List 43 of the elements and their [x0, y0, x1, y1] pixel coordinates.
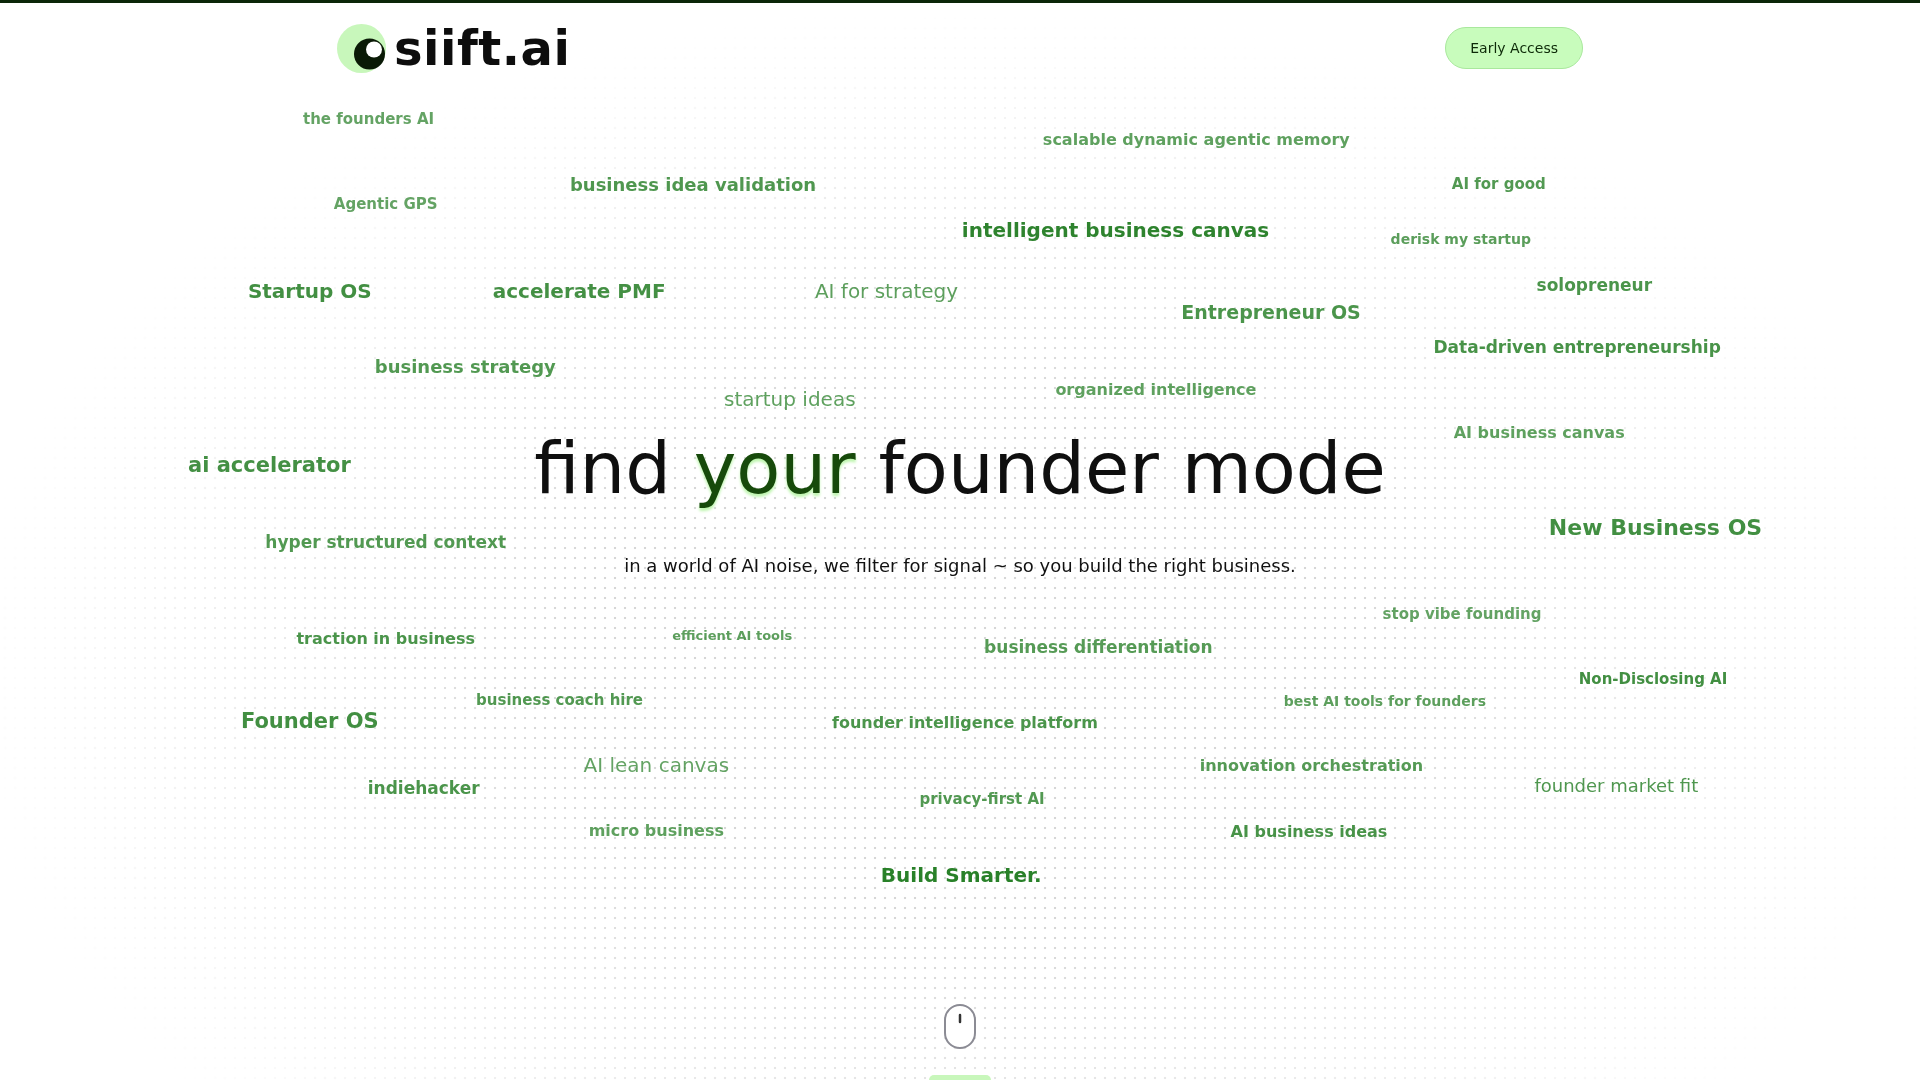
keyword-text: privacy-first AI	[919, 790, 1045, 809]
keyword-text: AI for good	[1451, 174, 1546, 193]
keyword-text: AI business ideas	[1230, 822, 1388, 842]
keyword-text: traction in business	[296, 629, 475, 649]
keyword-text: New Business OS	[1548, 514, 1763, 542]
keyword-text: business idea validation	[569, 174, 817, 196]
keyword-text: solopreneur	[1536, 274, 1653, 296]
brand-name: siift.ai	[394, 24, 571, 72]
keyword-text: Data-driven entrepreneurship	[1433, 337, 1721, 358]
keyword-text: Entrepreneur OS	[1181, 300, 1361, 324]
keyword-text: AI lean canvas	[583, 752, 730, 777]
headline: find your founder mode	[534, 425, 1386, 511]
keyword-text: stop vibe founding	[1382, 604, 1542, 623]
keyword-text: derisk my startup	[1390, 230, 1531, 248]
keyword-text: intelligent business canvas	[961, 218, 1270, 243]
mouse-icon	[944, 1004, 976, 1049]
keyword-text: best AI tools for founders	[1283, 693, 1486, 710]
keyword-text: ai accelerator	[188, 453, 351, 479]
keyword-text: Founder OS	[240, 709, 379, 735]
keyword-text: business strategy	[374, 356, 556, 378]
keyword-text: AI business canvas	[1453, 423, 1625, 443]
keyword-text: AI for strategy	[814, 279, 959, 304]
keyword-text: Non-Disclosing AI	[1578, 670, 1728, 689]
keyword-text: organized intelligence	[1055, 380, 1257, 400]
keyword-text: Agentic GPS	[333, 195, 438, 214]
keyword-text: innovation orchestration	[1199, 756, 1424, 776]
keyword-text: the founders AI	[303, 110, 435, 128]
keyword-text: micro business	[588, 821, 724, 841]
keyword-text: Build Smarter.	[880, 862, 1042, 887]
keyword-text: hyper structured context	[265, 531, 507, 552]
keyword-text: business coach hire	[476, 691, 644, 710]
keyword-text: founder market fit	[1534, 774, 1699, 797]
keyword-text: founder intelligence platform	[832, 713, 1098, 734]
keyword-text: Startup OS	[247, 279, 372, 304]
subtitle: in a world of AI noise, we filter for signal ~ so you build the right business.	[624, 554, 1296, 578]
logo-icon	[337, 23, 386, 73]
keyword-text: scalable dynamic agentic memory	[1042, 130, 1350, 150]
keyword-text: business differentiation	[984, 636, 1213, 657]
keyword-text: efficient AI tools	[672, 627, 793, 644]
early-access-button[interactable]: Early Access	[1445, 27, 1583, 69]
keyword-text: startup ideas	[724, 386, 856, 411]
keyword-text: indiehacker	[367, 777, 480, 799]
keyword-text: accelerate PMF	[492, 279, 666, 304]
